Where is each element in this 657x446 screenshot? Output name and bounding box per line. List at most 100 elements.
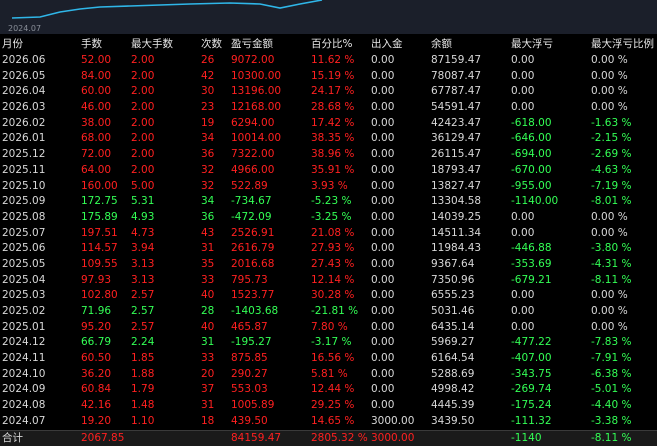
max-dd-pct-cell: 0.00 % — [591, 210, 628, 226]
max-lots-cell: 1.85 — [131, 351, 154, 367]
month-cell: 2025.12 — [2, 147, 45, 163]
month-cell: 2026.01 — [2, 131, 45, 147]
max-lots-cell: 2.00 — [131, 163, 154, 179]
count-cell: 23 — [201, 100, 214, 116]
total-pnl-cell: 84159.47 — [231, 431, 281, 446]
balance-cell: 5031.46 — [431, 304, 474, 320]
pct-cell: 12.14 % — [311, 273, 354, 289]
max-dd-pct-cell: -4.31 % — [591, 257, 631, 273]
max-dd-pct-cell: -4.63 % — [591, 163, 631, 179]
lots-cell: 97.93 — [81, 273, 111, 289]
table-row: 2025.09172.755.3134-734.67-5.23 %0.00133… — [0, 194, 657, 210]
count-cell: 36 — [201, 210, 214, 226]
lots-cell: 102.80 — [81, 288, 118, 304]
table-row: 2024.1036.201.8820290.275.81 %0.005288.6… — [0, 367, 657, 383]
flow-cell: 0.00 — [371, 163, 394, 179]
total-pct-cell: 2805.32 % — [311, 431, 368, 446]
table-row: 2025.08175.894.9336-472.09-3.25 %0.00140… — [0, 210, 657, 226]
balance-cell: 4998.42 — [431, 382, 474, 398]
max-dd-cell: 0.00 — [511, 100, 534, 116]
max-dd-cell: -670.00 — [511, 163, 552, 179]
table-row: 2024.0842.161.48311005.8929.25 %0.004445… — [0, 398, 657, 414]
flow-cell: 0.00 — [371, 194, 394, 210]
table-row: 2026.0584.002.004210300.0015.19 %0.00780… — [0, 69, 657, 85]
max-dd-pct-cell: 0.00 % — [591, 84, 628, 100]
max-dd-pct-cell: -1.63 % — [591, 116, 631, 132]
table-row: 2025.03102.802.57401523.7730.28 %0.00655… — [0, 288, 657, 304]
header-pct: 百分比% — [311, 35, 352, 53]
count-cell: 19 — [201, 116, 214, 132]
month-cell: 2026.06 — [2, 53, 45, 69]
month-cell: 2025.11 — [2, 163, 45, 179]
month-cell: 2025.10 — [2, 179, 45, 195]
pct-cell: -3.17 % — [311, 335, 351, 351]
count-cell: 31 — [201, 398, 214, 414]
max-dd-pct-cell: 0.00 % — [591, 69, 628, 85]
flow-cell: 3000.00 — [371, 414, 414, 430]
max-dd-pct-cell: 0.00 % — [591, 320, 628, 336]
flow-cell: 0.00 — [371, 320, 394, 336]
flow-cell: 0.00 — [371, 398, 394, 414]
max-dd-cell: -955.00 — [511, 179, 552, 195]
max-lots-cell: 2.00 — [131, 53, 154, 69]
balance-cell: 54591.47 — [431, 100, 481, 116]
max-lots-cell: 2.00 — [131, 84, 154, 100]
count-cell: 43 — [201, 226, 214, 242]
table-row: 2026.0238.002.00196294.0017.42 %0.004242… — [0, 116, 657, 132]
flow-cell: 0.00 — [371, 288, 394, 304]
count-cell: 33 — [201, 273, 214, 289]
max-dd-cell: 0.00 — [511, 69, 534, 85]
max-dd-cell: 0.00 — [511, 84, 534, 100]
header-lots: 手数 — [81, 35, 102, 53]
table-row: 2025.0195.202.5740465.877.80 %0.006435.1… — [0, 320, 657, 336]
max-lots-cell: 1.79 — [131, 382, 154, 398]
max-lots-cell: 2.00 — [131, 116, 154, 132]
lots-cell: 114.57 — [81, 241, 118, 257]
flow-cell: 0.00 — [371, 226, 394, 242]
month-cell: 2025.07 — [2, 226, 45, 242]
pnl-cell: -195.27 — [231, 335, 272, 351]
max-dd-pct-cell: -5.01 % — [591, 382, 631, 398]
pct-cell: 5.81 % — [311, 367, 348, 383]
lots-cell: 64.00 — [81, 163, 111, 179]
balance-cell: 11984.43 — [431, 241, 481, 257]
max-dd-cell: -618.00 — [511, 116, 552, 132]
table-row: 2025.0271.962.5728-1403.68-21.81 %0.0050… — [0, 304, 657, 320]
equity-chart-svg — [0, 0, 657, 34]
max-dd-pct-cell: 0.00 % — [591, 53, 628, 69]
lots-cell: 66.79 — [81, 335, 111, 351]
count-cell: 36 — [201, 147, 214, 163]
pnl-cell: 13196.00 — [231, 84, 281, 100]
pct-cell: 14.65 % — [311, 414, 354, 430]
max-lots-cell: 1.10 — [131, 414, 154, 430]
flow-cell: 0.00 — [371, 100, 394, 116]
pct-cell: 35.91 % — [311, 163, 354, 179]
pnl-cell: 4966.00 — [231, 163, 274, 179]
header-flow: 出入金 — [371, 35, 403, 53]
month-cell: 2024.09 — [2, 382, 45, 398]
max-dd-cell: -679.21 — [511, 273, 552, 289]
total-max-dd-cell: -1140 — [511, 431, 542, 446]
month-cell: 2025.05 — [2, 257, 45, 273]
pct-cell: 3.93 % — [311, 179, 348, 195]
lots-cell: 68.00 — [81, 131, 111, 147]
lots-cell: 197.51 — [81, 226, 118, 242]
table-row: 2025.1164.002.00324966.0035.91 %0.001879… — [0, 163, 657, 179]
balance-cell: 67787.47 — [431, 84, 481, 100]
max-dd-cell: -343.75 — [511, 367, 552, 383]
lots-cell: 46.00 — [81, 100, 111, 116]
max-dd-cell: -1140.00 — [511, 194, 558, 210]
table-row: 2024.1266.792.2431-195.27-3.17 %0.005969… — [0, 335, 657, 351]
flow-cell: 0.00 — [371, 304, 394, 320]
pnl-cell: 439.50 — [231, 414, 268, 430]
pct-cell: 24.17 % — [311, 84, 354, 100]
max-lots-cell: 2.57 — [131, 288, 154, 304]
max-dd-pct-cell: 0.00 % — [591, 288, 628, 304]
flow-cell: 0.00 — [371, 210, 394, 226]
table-row: 2025.05109.553.13352016.6827.43 %0.00936… — [0, 257, 657, 273]
balance-cell: 14039.25 — [431, 210, 481, 226]
max-dd-pct-cell: -7.83 % — [591, 335, 631, 351]
max-lots-cell: 2.00 — [131, 131, 154, 147]
lots-cell: 38.00 — [81, 116, 111, 132]
lots-cell: 60.50 — [81, 351, 111, 367]
